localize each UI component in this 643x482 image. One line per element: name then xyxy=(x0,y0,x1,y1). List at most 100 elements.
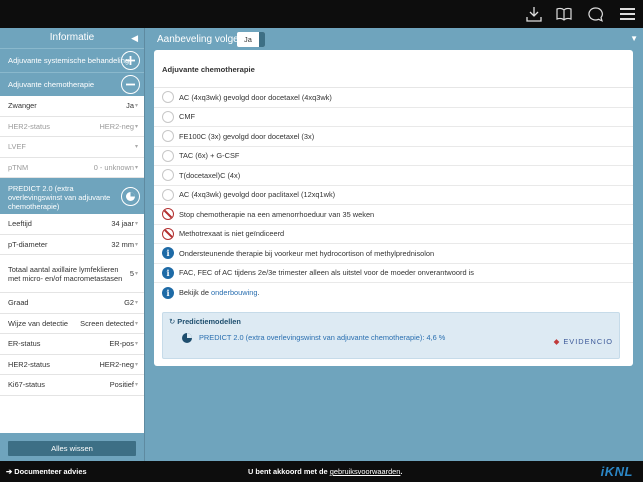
radio-icon[interactable] xyxy=(162,188,174,201)
field-label: HER2-status xyxy=(8,121,50,131)
info-row: i Bekijk de onderbouwing. xyxy=(154,283,633,303)
field-value: ER-pos xyxy=(109,339,134,349)
stop-icon xyxy=(162,208,174,221)
section-predict[interactable]: PREDICT 2.0 (extra overlevingswinst van … xyxy=(0,178,144,214)
sidebar-footer: Alles wissen xyxy=(0,433,144,461)
warning-text: Stop chemotherapie na een amenorrhoeduur… xyxy=(179,209,375,219)
option-row[interactable]: AC (4xq3wk) gevolgd door docetaxel (4xq3… xyxy=(154,88,633,108)
field-label: pTNM xyxy=(8,162,29,172)
field-value: 34 jaar xyxy=(111,219,134,229)
field-value: Screen detected xyxy=(80,318,134,328)
evidencio-mark-icon: ◆ xyxy=(553,336,561,346)
prediction-box: ↻ Predictiemodellen PREDICT 2.0 (extra o… xyxy=(162,311,620,359)
top-bar xyxy=(0,0,643,28)
radio-icon[interactable] xyxy=(162,91,174,104)
field-pt-diameter[interactable]: pT-diameter 32 mm ▾ xyxy=(0,235,144,255)
info-icon: i xyxy=(162,286,174,299)
menu-icon[interactable] xyxy=(618,5,636,23)
evidencio-logo: ◆ EVIDENCIO xyxy=(554,337,613,346)
recommendation-select[interactable]: Ja xyxy=(237,32,265,47)
prediction-title-text: Predictiemodellen xyxy=(177,316,241,326)
refresh-icon: ↻ xyxy=(169,316,176,326)
document-advice-button[interactable]: ➔ Documenteer advies xyxy=(6,467,87,476)
section-chemo-label: Adjuvante chemotherapie xyxy=(8,80,95,89)
info-link-suffix: . xyxy=(257,288,260,298)
onderbouwing-link[interactable]: onderbouwing xyxy=(211,288,257,297)
terms-link[interactable]: gebruiksvoorwaarden xyxy=(330,467,401,476)
info-text: Ondersteunende therapie bij voorkeur met… xyxy=(179,248,435,258)
chevron-down-icon[interactable]: ▼ xyxy=(630,34,638,43)
field-label: pT-diameter xyxy=(8,239,48,249)
field-value: HER2-neg xyxy=(99,121,134,131)
warning-row: Methotrexaat is niet geïndiceerd xyxy=(154,225,633,244)
field-value: G2 xyxy=(124,298,134,308)
field-ptnm: pTNM 0 - unknown ▾ xyxy=(0,158,144,178)
field-lymfeklieren[interactable]: Totaal aantal axillaire lymfeklieren met… xyxy=(0,255,144,293)
minus-icon[interactable] xyxy=(121,75,140,94)
main-header: Aanbeveling volgen Ja ▼ xyxy=(146,28,643,50)
field-label: LVEF xyxy=(8,142,26,152)
dropdown-arrow-icon: ▾ xyxy=(134,144,138,151)
radio-icon[interactable] xyxy=(162,110,174,123)
terms-prefix: U bent akkoord met de xyxy=(248,467,330,476)
prediction-title: ↻ Predictiemodellen xyxy=(169,317,241,326)
dropdown-arrow-icon: ▾ xyxy=(134,164,138,171)
radio-icon[interactable] xyxy=(162,169,174,182)
section-systemic[interactable]: Adjuvante systemische behandeling xyxy=(0,48,144,72)
sidebar-title: Informatie xyxy=(49,32,95,43)
dropdown-arrow-icon: ▾ xyxy=(134,382,138,389)
book-icon[interactable] xyxy=(555,5,573,23)
dropdown-arrow-icon: ▾ xyxy=(134,300,138,307)
field-zwanger[interactable]: Zwanger Ja ▾ xyxy=(0,96,144,117)
document-advice-label: Documenteer advies xyxy=(14,467,87,476)
field-value: 5 xyxy=(129,269,134,278)
field-leeftijd[interactable]: Leeftijd 34 jaar ▾ xyxy=(0,214,144,235)
card-title: Adjuvante chemotherapie xyxy=(154,50,633,88)
option-row[interactable]: TAC (6x) + G-CSF xyxy=(154,147,633,166)
collapse-left-icon[interactable]: ◀ xyxy=(131,28,138,48)
field-label: Wijze van detectie xyxy=(8,318,68,328)
recommendation-label: Aanbeveling volgen xyxy=(157,34,245,45)
field-label: Zwanger xyxy=(8,101,37,111)
radio-icon[interactable] xyxy=(162,149,174,162)
info-row: i FAC, FEC of AC tijdens 2e/3e trimester … xyxy=(154,264,633,283)
field-value: 0 - unknown xyxy=(93,162,134,172)
pie-chart-icon[interactable] xyxy=(121,187,140,206)
field-value: Positief xyxy=(109,380,134,390)
info-row: i Ondersteunende therapie bij voorkeur me… xyxy=(154,244,633,264)
chat-icon[interactable] xyxy=(586,5,604,23)
option-text: CMF xyxy=(179,112,196,122)
radio-icon[interactable] xyxy=(162,130,174,143)
option-row[interactable]: AC (4xq3wk) gevolgd door paclitaxel (12x… xyxy=(154,186,633,205)
iknl-logo: iKNL xyxy=(600,464,633,479)
select-handle xyxy=(259,32,265,47)
option-row[interactable]: CMF xyxy=(154,108,633,127)
field-her2: HER2-status HER2-neg ▾ xyxy=(0,117,144,137)
field-her2-status[interactable]: HER2-status HER2-neg ▾ xyxy=(0,355,144,375)
option-row[interactable]: T(docetaxel)C (4x) xyxy=(154,166,633,186)
warning-text: Methotrexaat is niet geïndiceerd xyxy=(179,229,285,239)
field-value: HER2-neg xyxy=(99,359,134,369)
download-icon[interactable] xyxy=(525,5,543,23)
terms-notice: U bent akkoord met de gebruiksvoorwaarde… xyxy=(248,467,402,476)
field-value: 32 mm xyxy=(111,239,134,249)
clear-all-button[interactable]: Alles wissen xyxy=(8,441,136,456)
dropdown-arrow-icon: ▾ xyxy=(134,341,138,348)
field-detectie[interactable]: Wijze van detectie Screen detected ▾ xyxy=(0,314,144,334)
option-row[interactable]: FE100C (3x) gevolgd door docetaxel (3x) xyxy=(154,127,633,147)
field-ki67[interactable]: Ki67-status Positief ▾ xyxy=(0,375,144,396)
plus-icon[interactable] xyxy=(121,51,140,70)
dropdown-arrow-icon: ▾ xyxy=(134,103,138,110)
field-label: Totaal aantal axillaire lymfeklieren met… xyxy=(8,264,123,283)
field-label: ER-status xyxy=(8,339,41,349)
section-chemo[interactable]: Adjuvante chemotherapie xyxy=(0,72,144,96)
option-text: T(docetaxel)C (4x) xyxy=(179,170,241,180)
footer-bar: ➔ Documenteer advies U bent akkoord met … xyxy=(0,461,643,482)
sidebar-header: Informatie ◀ xyxy=(0,28,144,48)
field-graad[interactable]: Graad G2 ▾ xyxy=(0,293,144,314)
field-er-status[interactable]: ER-status ER-pos ▾ xyxy=(0,334,144,355)
prediction-item[interactable]: PREDICT 2.0 (extra overlevingswinst van … xyxy=(181,332,445,344)
option-text: AC (4xq3wk) gevolgd door docetaxel (4xq3… xyxy=(179,92,332,102)
field-label: Ki67-status xyxy=(8,380,45,390)
stop-icon xyxy=(162,227,174,240)
